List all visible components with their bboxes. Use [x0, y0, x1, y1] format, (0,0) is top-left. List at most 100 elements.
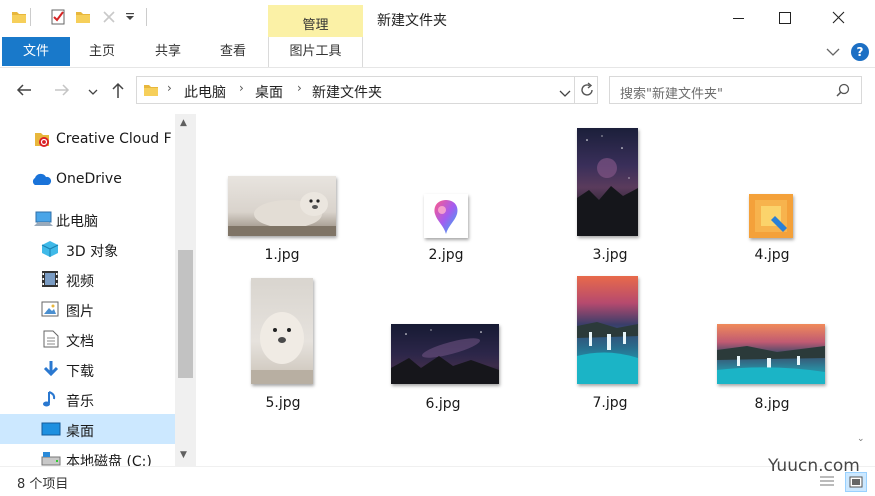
manage-tab-label: 管理 — [302, 18, 329, 33]
sidebar-item-downloads[interactable]: 下载 — [0, 354, 175, 384]
navigation-bar: › 此电脑 › 桌面 › 新建文件夹 搜索"新建文件夹" — [0, 68, 875, 114]
file-name: 5.jpg — [265, 395, 301, 411]
sidebar-item-onedrive[interactable]: OneDrive — [0, 164, 175, 194]
sidebar-item-label: 图片 — [66, 304, 94, 320]
details-view-icon[interactable] — [819, 475, 835, 493]
file-name: 6.jpg — [425, 396, 461, 412]
customize-toolbar-icon[interactable] — [124, 11, 136, 27]
thumbnail-8 — [717, 324, 825, 384]
sidebar-item-label: 下载 — [66, 364, 94, 380]
list-item[interactable]: 5.jpg — [233, 278, 333, 418]
file-name: 1.jpg — [264, 247, 300, 263]
window-title: 新建文件夹 — [377, 13, 447, 29]
sidebar-item-creative-cloud[interactable]: Creative Cloud F — [0, 124, 175, 154]
address-dropdown-icon[interactable] — [559, 87, 571, 102]
file-name: 3.jpg — [592, 247, 628, 263]
tab-share[interactable]: 共享 — [144, 37, 192, 66]
new-folder-icon[interactable] — [75, 9, 91, 29]
list-item[interactable]: 1.jpg — [224, 172, 336, 272]
list-item[interactable]: 3.jpg — [560, 128, 660, 272]
sidebar-item-videos[interactable]: 视频 — [0, 264, 175, 294]
expand-ribbon-icon[interactable] — [826, 46, 840, 61]
divider — [146, 8, 147, 26]
tab-file[interactable]: 文件 — [2, 37, 70, 66]
sidebar-item-label: Creative Cloud F — [56, 131, 172, 147]
onedrive-icon — [30, 172, 52, 190]
list-item[interactable]: 2.jpg — [396, 172, 496, 272]
list-item[interactable]: 4.jpg — [722, 172, 822, 272]
folder-icon — [143, 82, 159, 102]
sidebar-item-label: 此电脑 — [56, 214, 98, 230]
music-icon — [42, 390, 58, 412]
scroll-down-icon[interactable]: ▼ — [180, 450, 187, 460]
recent-locations-icon[interactable] — [88, 86, 98, 101]
scrollbar-thumb[interactable] — [178, 250, 193, 378]
thumbnail-1 — [228, 176, 336, 236]
minimize-icon — [733, 18, 744, 19]
breadcrumb-new-folder[interactable]: 新建文件夹 — [312, 82, 382, 102]
sidebar-item-music[interactable]: 音乐 — [0, 384, 175, 414]
help-button[interactable]: ? — [851, 43, 869, 61]
search-icon[interactable] — [836, 83, 850, 101]
list-item[interactable]: 6.jpg — [391, 320, 503, 420]
chevron-right-icon[interactable]: › — [167, 81, 172, 95]
pictures-icon — [41, 301, 59, 321]
sidebar-item-documents[interactable]: 文档 — [0, 324, 175, 354]
sidebar-item-pictures[interactable]: 图片 — [0, 294, 175, 324]
sidebar-scrollbar[interactable]: ▲ ▼ — [175, 114, 196, 466]
thumbnail-5 — [251, 278, 313, 384]
tab-manage[interactable]: 管理 — [268, 5, 363, 37]
forward-icon[interactable] — [53, 82, 71, 102]
sidebar-item-3d-objects[interactable]: 3D 对象 — [0, 234, 175, 264]
this-pc-icon — [33, 211, 53, 231]
address-bar[interactable]: › 此电脑 › 桌面 › 新建文件夹 — [136, 76, 598, 104]
scroll-down-indicator-icon[interactable]: ⌄ — [857, 434, 865, 444]
refresh-icon[interactable] — [579, 82, 595, 102]
divider — [574, 77, 575, 103]
sidebar-item-label: 视频 — [66, 274, 94, 290]
close-button[interactable] — [815, 0, 861, 36]
sidebar-item-label: 3D 对象 — [66, 244, 119, 260]
watermark: Yuucn.com — [768, 456, 860, 476]
file-list: 1.jpg 2.jpg 3.jpg 4.jpg 5.jpg 6.jpg 7.jp… — [196, 114, 875, 466]
documents-icon — [43, 330, 59, 352]
tab-picture-tools[interactable]: 图片工具 — [268, 37, 363, 67]
ribbon-tabs: 文件 主页 共享 查看 图片工具 ? — [0, 37, 875, 68]
list-item[interactable]: 7.jpg — [560, 276, 660, 420]
divider — [30, 8, 31, 26]
up-icon[interactable] — [110, 81, 126, 103]
folder-icon — [11, 9, 27, 29]
file-name: 2.jpg — [428, 247, 464, 263]
tab-view[interactable]: 查看 — [209, 37, 257, 66]
thumbnail-6 — [391, 324, 499, 384]
breadcrumb-desktop[interactable]: 桌面 — [255, 82, 283, 102]
delete-icon[interactable] — [101, 9, 117, 29]
tab-home[interactable]: 主页 — [78, 37, 126, 66]
desktop-icon — [41, 422, 61, 440]
back-icon[interactable] — [15, 82, 33, 102]
sidebar-item-label: 文档 — [66, 334, 94, 350]
creative-cloud-icon — [33, 130, 51, 152]
scroll-up-icon[interactable]: ▲ — [180, 118, 187, 128]
item-count: 8 个项目 — [17, 477, 69, 492]
properties-icon[interactable] — [50, 9, 66, 29]
thumbnail-7 — [577, 276, 638, 384]
thumbnail-4 — [749, 194, 793, 238]
minimize-button[interactable] — [715, 0, 761, 36]
close-icon — [832, 11, 845, 24]
chevron-right-icon[interactable]: › — [297, 81, 302, 95]
sidebar-item-desktop[interactable]: 桌面 — [0, 414, 175, 444]
status-bar: 8 个项目 — [0, 466, 875, 496]
list-item[interactable]: 8.jpg — [714, 320, 826, 420]
thumbnail-3 — [577, 128, 638, 236]
breadcrumb-this-pc[interactable]: 此电脑 — [184, 82, 226, 102]
downloads-icon — [42, 360, 60, 382]
file-name: 8.jpg — [754, 396, 790, 412]
chevron-right-icon[interactable]: › — [239, 81, 244, 95]
maximize-icon — [779, 12, 791, 24]
sidebar-item-this-pc[interactable]: 此电脑 — [0, 204, 175, 234]
navigation-pane: Creative Cloud F OneDrive 此电脑 3D 对象 视频 图… — [0, 114, 196, 470]
maximize-button[interactable] — [761, 0, 807, 36]
search-input[interactable]: 搜索"新建文件夹" — [609, 76, 862, 104]
search-placeholder: 搜索"新建文件夹" — [620, 87, 723, 102]
